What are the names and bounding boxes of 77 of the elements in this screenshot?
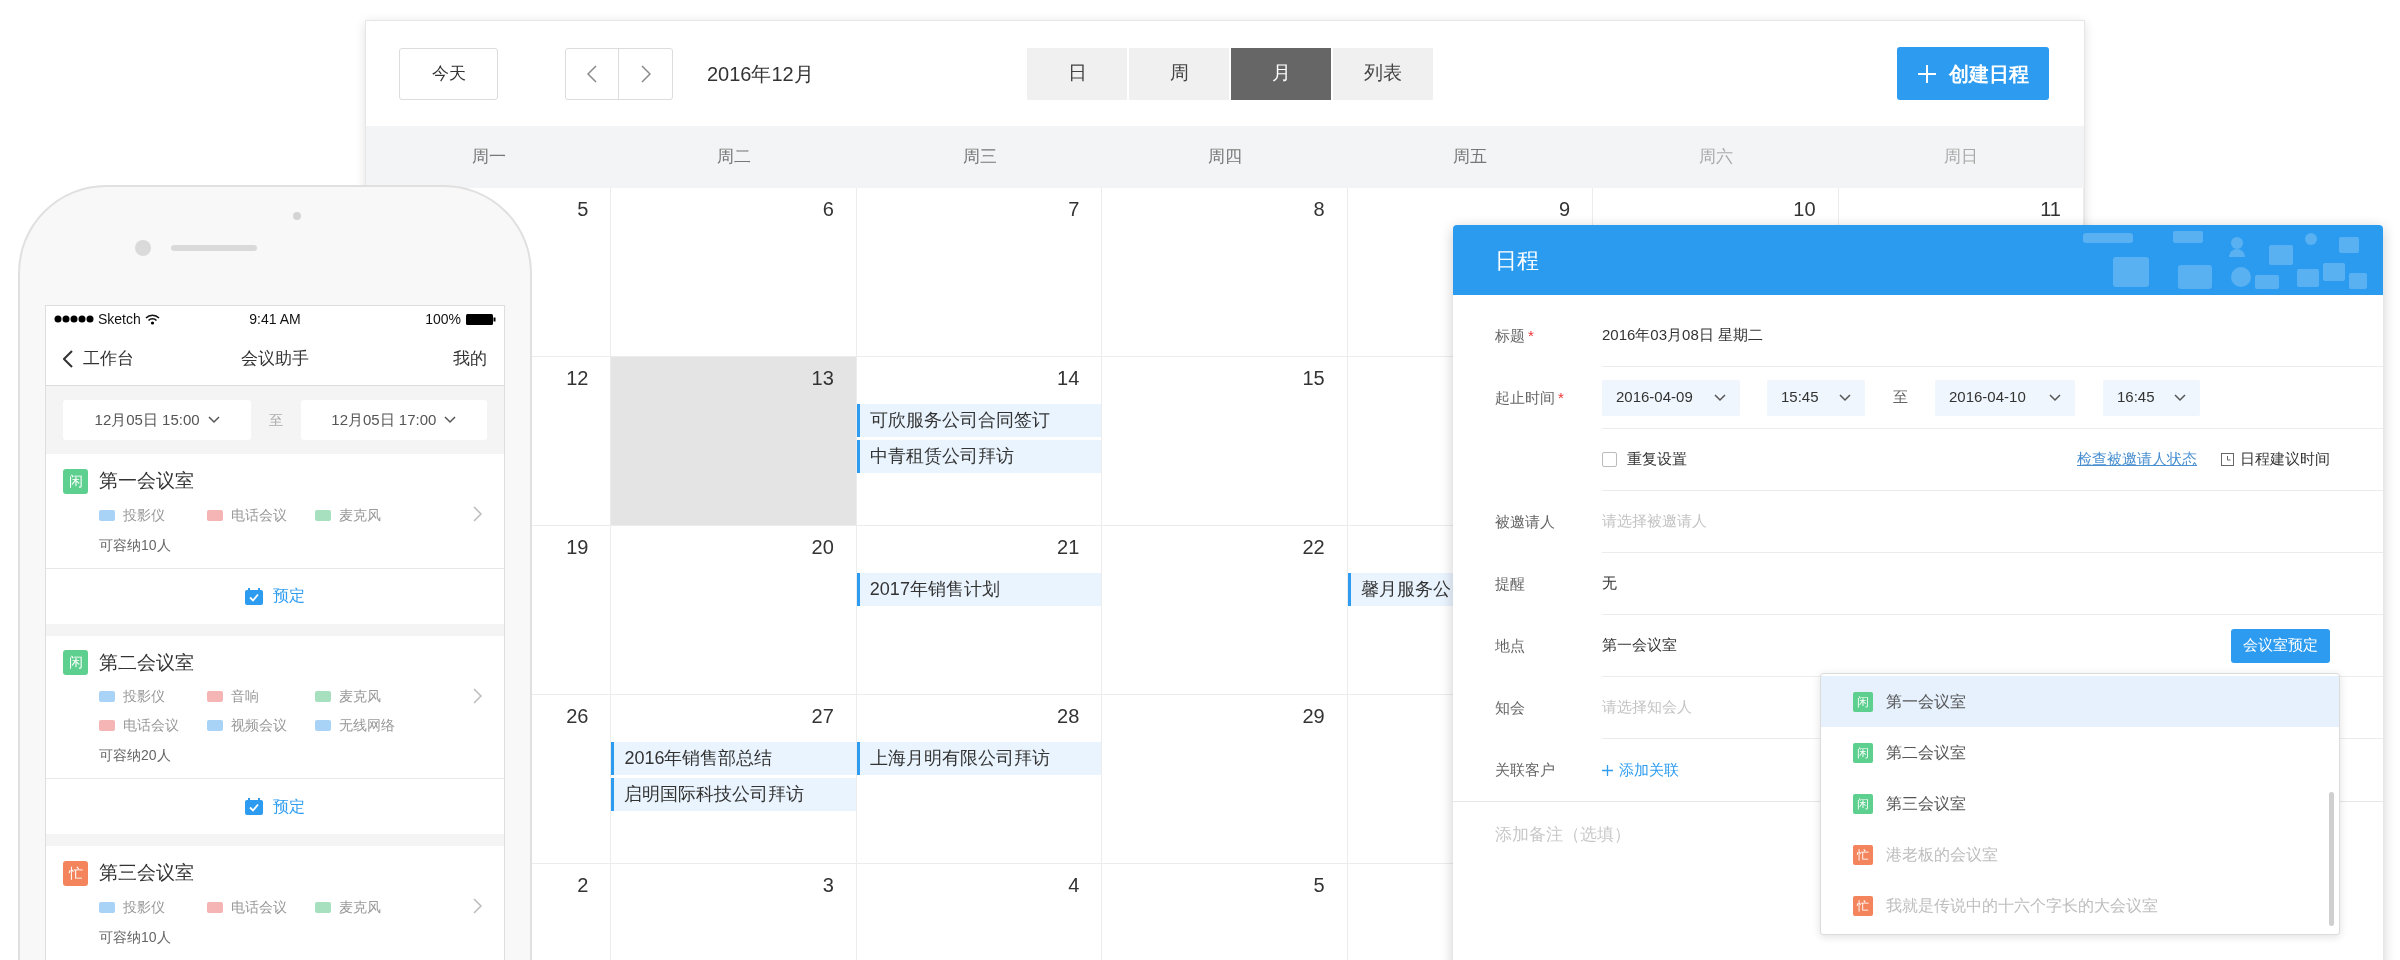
weekday-label: 周二 [716, 146, 753, 169]
day-number: 28 [1057, 706, 1080, 726]
field-label: 起止时间 [1495, 387, 1555, 408]
day-number: 27 [811, 706, 834, 726]
day-number: 5 [577, 199, 589, 219]
status-badge: 忙 [1853, 895, 1873, 916]
field-label: 地点 [1495, 635, 1525, 656]
field-label: 关联客户 [1495, 759, 1555, 780]
status-badge: 闲 [63, 650, 88, 676]
day-number: 4 [1068, 875, 1080, 895]
day-number: 8 [1313, 199, 1325, 219]
room-capacity: 可容纳10人 [99, 927, 172, 947]
day-number: 12 [566, 368, 589, 388]
dialog-title: 日程 [1495, 246, 1539, 275]
day-number: 5 [1313, 875, 1325, 895]
room-name: 第二会议室 [99, 650, 194, 675]
day-number: 26 [566, 706, 589, 726]
battery-percent: 100% [425, 309, 461, 329]
day-number: 22 [1302, 537, 1325, 557]
day-number: 13 [811, 368, 834, 388]
day-number: 29 [1302, 706, 1325, 726]
room-name: 第三会议室 [99, 861, 194, 885]
day-number: 7 [1068, 199, 1080, 219]
day-number: 6 [822, 199, 834, 219]
facility-label: 投影仪 [123, 687, 165, 706]
field-label: 被邀请人 [1495, 511, 1555, 532]
facility-label: 电话会议 [123, 716, 179, 735]
facility-label: 麦克风 [339, 897, 381, 917]
day-number: 14 [1057, 368, 1080, 388]
facility-label: 投影仪 [123, 897, 165, 917]
field-value: 2016年03月08日 星期二 [1602, 325, 1763, 346]
status-time: 9:41 AM [248, 309, 302, 329]
status-badge: 闲 [1853, 793, 1873, 814]
weekday-label: 周日 [1943, 146, 1980, 169]
day-number: 21 [1057, 537, 1080, 557]
day-number: 10 [1793, 199, 1816, 219]
facility-label: 麦克风 [339, 505, 381, 525]
day-number: 3 [822, 875, 834, 895]
field-label: 提醒 [1495, 573, 1525, 594]
facility-label: 视频会议 [231, 716, 287, 735]
room-name: 第一会议室 [99, 469, 194, 493]
required-mark: * [1558, 387, 1564, 408]
facility-label: 电话会议 [231, 505, 287, 525]
status-badge: 闲 [1853, 742, 1873, 763]
day-number: 20 [811, 537, 834, 557]
day-number: 9 [1559, 199, 1571, 219]
facility-label: 音响 [231, 687, 259, 706]
day-number: 19 [566, 537, 589, 557]
status-badge: 闲 [1853, 691, 1873, 712]
field-label: 知会 [1495, 697, 1525, 718]
field-label: 标题 [1495, 325, 1525, 346]
nav-title: 会议助手 [241, 347, 309, 370]
field-value: 第一会议室 [1602, 635, 1677, 656]
day-number: 15 [1302, 368, 1325, 388]
month-title: 2016年12月 [707, 61, 814, 87]
facility-label: 麦克风 [339, 687, 381, 706]
checkbox-label: 重复设置 [1627, 449, 1687, 470]
carrier-name: Sketch [98, 309, 141, 329]
day-number: 11 [2040, 199, 2061, 219]
facility-label: 电话会议 [231, 897, 287, 917]
status-badge: 忙 [63, 860, 88, 886]
weekday-label: 周一 [470, 146, 507, 169]
status-badge: 忙 [1853, 844, 1873, 865]
field-value: 无 [1602, 573, 1617, 594]
room-capacity: 可容纳10人 [99, 535, 172, 555]
weekday-label: 周五 [1452, 146, 1489, 169]
range-separator: 至 [1891, 387, 1909, 408]
weekday-label: 周六 [1697, 146, 1734, 169]
day-number: 2 [577, 875, 589, 895]
facility-label: 投影仪 [123, 505, 165, 525]
status-badge: 闲 [63, 468, 88, 494]
range-separator: 至 [268, 410, 284, 430]
weekday-label: 周四 [1207, 146, 1243, 169]
weekday-label: 周三 [961, 146, 998, 169]
facility-label: 无线网络 [339, 716, 395, 735]
room-capacity: 可容纳20人 [99, 746, 172, 765]
required-mark: * [1528, 325, 1534, 346]
